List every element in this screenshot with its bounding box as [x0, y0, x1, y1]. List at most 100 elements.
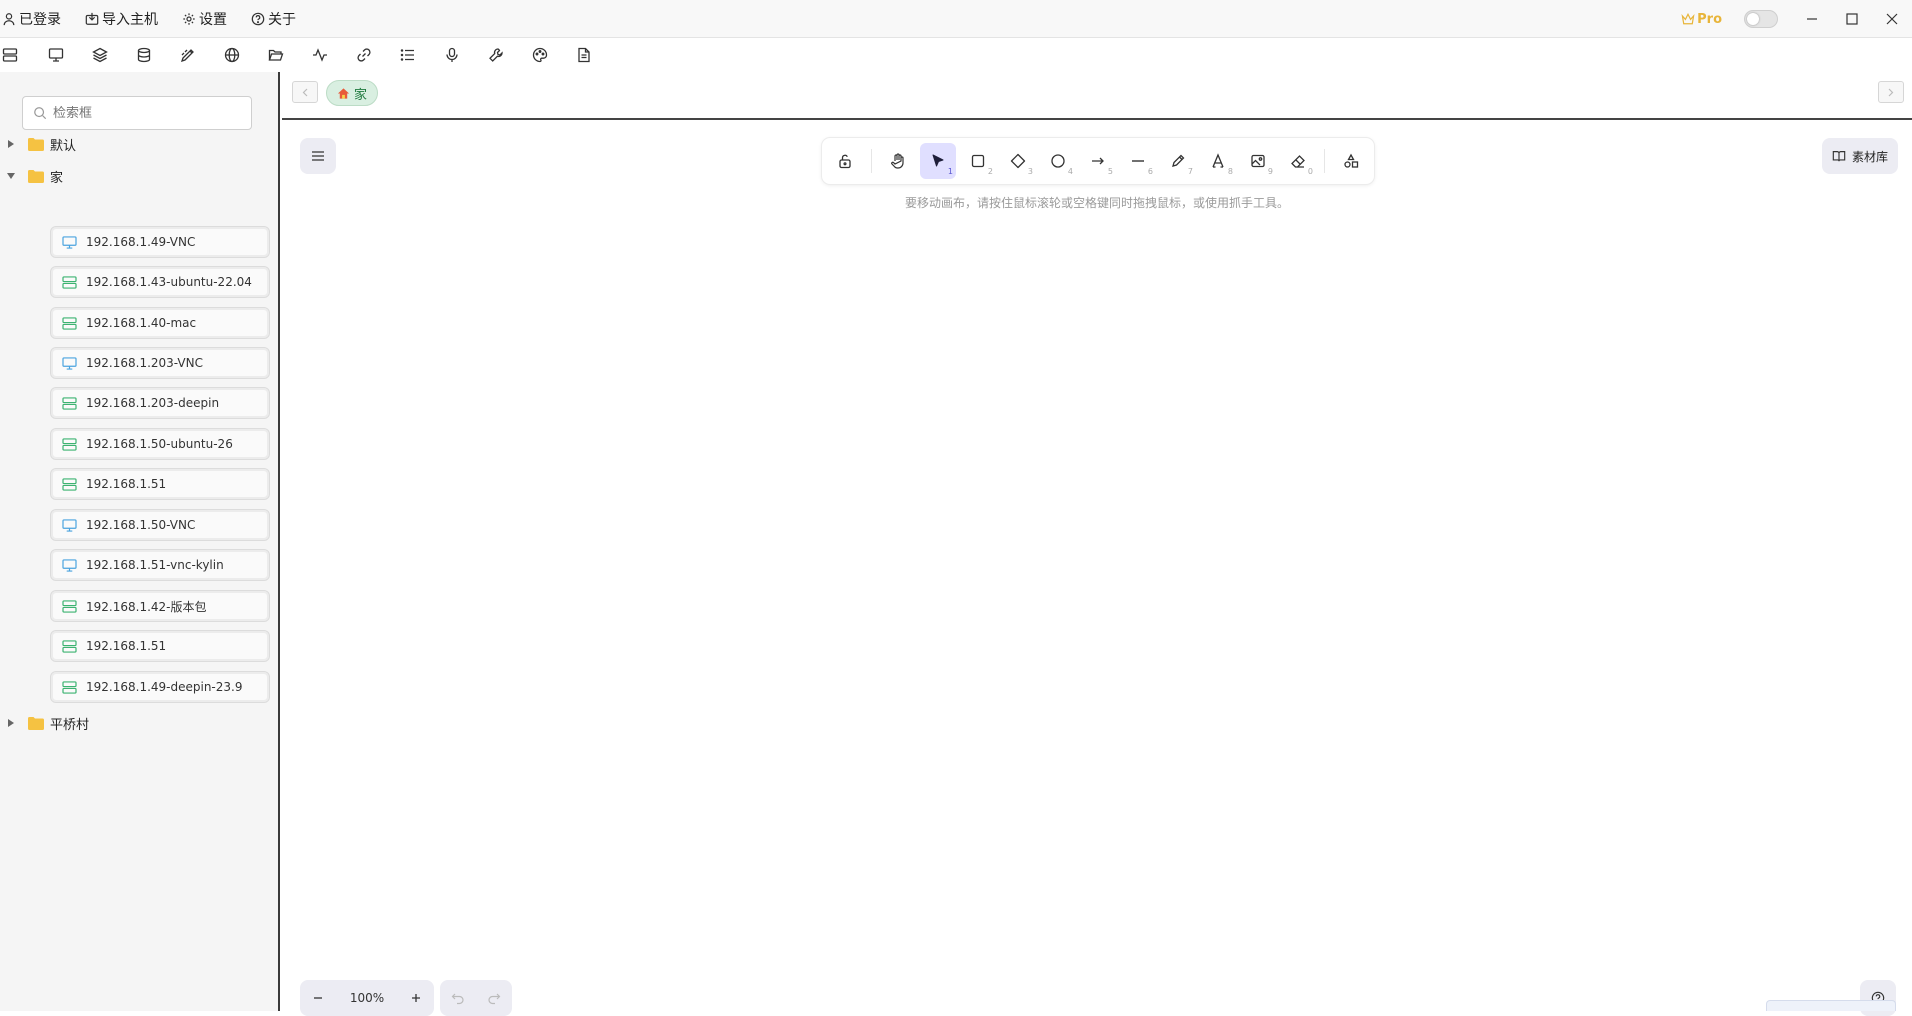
- redo-icon: [488, 993, 501, 1005]
- tree-group-default[interactable]: 默认: [0, 131, 76, 157]
- server-icon: [62, 396, 77, 410]
- list-button[interactable]: [386, 39, 430, 71]
- caret-down-icon[interactable]: [6, 173, 16, 179]
- host-item[interactable]: 192.168.1.51: [50, 468, 270, 500]
- voice-button[interactable]: [430, 39, 474, 71]
- tab-next-button[interactable]: [1878, 81, 1904, 103]
- tab-prev-button[interactable]: [292, 81, 318, 103]
- database-button[interactable]: [122, 39, 166, 71]
- monitor-icon: [62, 518, 77, 532]
- tool-shortcut: 4: [1067, 167, 1073, 176]
- import-host-label: 导入主机: [102, 11, 158, 28]
- import-host-menu[interactable]: 导入主机: [85, 9, 158, 29]
- host-label: 192.168.1.203-VNC: [86, 356, 203, 370]
- tool-diamond[interactable]: 3: [1000, 143, 1036, 179]
- tool-line[interactable]: 6: [1120, 143, 1156, 179]
- tool-eraser[interactable]: 0: [1280, 143, 1316, 179]
- theme-toggle[interactable]: [1744, 10, 1778, 28]
- links-button[interactable]: [342, 39, 386, 71]
- host-item[interactable]: 192.168.1.203-VNC: [50, 347, 270, 379]
- draw-button[interactable]: [166, 39, 210, 71]
- host-item[interactable]: 192.168.1.50-VNC: [50, 509, 270, 541]
- layers-button[interactable]: [78, 39, 122, 71]
- search-box[interactable]: [22, 96, 252, 130]
- gear-icon: [183, 12, 195, 25]
- image-icon: [1251, 154, 1265, 168]
- tool-arrow[interactable]: 5: [1080, 143, 1116, 179]
- main-area: 家 1 2 3 4 5 6 7 8 9 0 要移动画布，请按住鼠标滚轮或空格键同…: [282, 72, 1912, 1016]
- server-icon: [62, 477, 77, 491]
- ime-toolbar[interactable]: [1766, 1000, 1896, 1011]
- palette-icon: [532, 47, 548, 63]
- tree-group-home[interactable]: 家: [0, 163, 63, 189]
- tool-ellipse[interactable]: 4: [1040, 143, 1076, 179]
- tool-shortcut: 1: [947, 167, 953, 176]
- files-button[interactable]: [254, 39, 298, 71]
- tool-shortcut: 0: [1307, 167, 1313, 176]
- host-item[interactable]: 192.168.1.203-deepin: [50, 387, 270, 419]
- host-label: 192.168.1.51: [86, 639, 167, 653]
- canvas-menu-button[interactable]: [300, 138, 336, 174]
- tool-draw[interactable]: 7: [1160, 143, 1196, 179]
- host-label: 192.168.1.203-deepin: [86, 396, 220, 410]
- tool-shortcut: 3: [1027, 167, 1033, 176]
- shapes-icon: [1344, 153, 1359, 168]
- settings-menu[interactable]: 设置: [182, 9, 227, 29]
- host-item[interactable]: 192.168.1.43-ubuntu-22.04: [50, 266, 270, 298]
- host-item[interactable]: 192.168.1.49-deepin-23.9: [50, 671, 270, 703]
- undo-icon: [451, 993, 464, 1005]
- host-label: 192.168.1.43-ubuntu-22.04: [86, 275, 252, 289]
- hosts-button[interactable]: [0, 39, 18, 71]
- pencil-icon: [1172, 154, 1185, 167]
- host-label: 192.168.1.49-VNC: [86, 235, 196, 249]
- rectangle-icon: [971, 154, 985, 168]
- folder-icon: [28, 716, 44, 730]
- tab-home[interactable]: 家: [326, 80, 379, 106]
- zoom-level[interactable]: 100%: [336, 991, 398, 1005]
- settings-label: 设置: [199, 11, 227, 28]
- user-icon: [3, 12, 15, 25]
- tools-button[interactable]: [474, 39, 518, 71]
- folder-open-icon: [268, 49, 284, 61]
- host-item[interactable]: 192.168.1.49-VNC: [50, 226, 270, 258]
- host-item[interactable]: 192.168.1.50-ubuntu-26: [50, 428, 270, 460]
- close-button[interactable]: [1872, 0, 1912, 38]
- host-item[interactable]: 192.168.1.51-vnc-kylin: [50, 549, 270, 581]
- notes-button[interactable]: [562, 39, 606, 71]
- host-label: 192.168.1.51: [86, 477, 167, 491]
- remote-desktop-button[interactable]: [34, 39, 78, 71]
- host-item[interactable]: 192.168.1.40-mac: [50, 307, 270, 339]
- tool-hand[interactable]: [880, 143, 916, 179]
- home-icon: [337, 87, 350, 99]
- tool-rectangle[interactable]: 2: [960, 143, 996, 179]
- tool-image[interactable]: 9: [1240, 143, 1276, 179]
- theme-button[interactable]: [518, 39, 562, 71]
- tool-extra[interactable]: [1333, 143, 1369, 179]
- host-item[interactable]: 192.168.1.42-版本包: [50, 590, 270, 622]
- login-menu[interactable]: 已登录: [2, 9, 61, 29]
- search-input[interactable]: [53, 105, 233, 121]
- tool-lock[interactable]: [827, 143, 863, 179]
- tool-shortcut: 5: [1107, 167, 1113, 176]
- host-item[interactable]: 192.168.1.51: [50, 630, 270, 662]
- toolbar-divider: [871, 149, 872, 173]
- pro-badge[interactable]: Pro: [1681, 12, 1722, 27]
- tool-select[interactable]: 1: [920, 143, 956, 179]
- list-icon: [400, 49, 414, 61]
- minimize-button[interactable]: [1792, 0, 1832, 38]
- tool-text[interactable]: 8: [1200, 143, 1236, 179]
- monitor-stats-button[interactable]: [298, 39, 342, 71]
- caret-right-icon[interactable]: [6, 719, 16, 727]
- tab-row: 家: [282, 72, 1912, 120]
- activity-icon: [313, 48, 327, 62]
- about-menu[interactable]: 关于: [251, 9, 296, 29]
- maximize-button[interactable]: [1832, 0, 1872, 38]
- browser-button[interactable]: [210, 39, 254, 71]
- book-icon: [1832, 151, 1846, 162]
- folder-icon: [28, 137, 44, 151]
- caret-right-icon[interactable]: [6, 140, 16, 148]
- server-icon: [2, 48, 18, 62]
- library-button[interactable]: 素材库: [1821, 138, 1898, 174]
- tree-group-pingqiao[interactable]: 平桥村: [0, 710, 89, 736]
- link-icon: [357, 48, 371, 62]
